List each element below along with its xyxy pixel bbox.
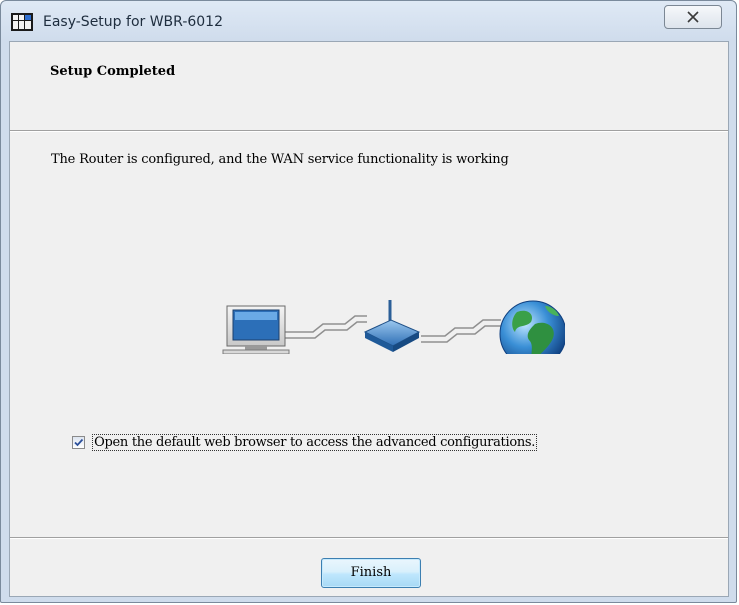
page-title: Setup Completed <box>50 64 176 79</box>
open-browser-label[interactable]: Open the default web browser to access t… <box>92 434 538 451</box>
open-browser-option[interactable]: Open the default web browser to access t… <box>72 434 538 454</box>
router-icon <box>363 300 421 352</box>
footer-divider <box>10 537 728 538</box>
cable-left <box>285 315 367 339</box>
cable-right <box>421 319 501 343</box>
open-browser-checkbox[interactable] <box>72 436 85 449</box>
setup-window: Easy-Setup for WBR-6012 Setup Completed … <box>0 0 737 603</box>
dialog-content: Setup Completed The Router is configured… <box>9 41 729 597</box>
close-icon <box>687 11 699 23</box>
window-title: Easy-Setup for WBR-6012 <box>43 14 223 30</box>
title-bar[interactable]: Easy-Setup for WBR-6012 <box>1 1 736 39</box>
network-illustration <box>222 300 565 354</box>
close-button[interactable] <box>664 5 722 29</box>
checkmark-icon <box>74 438 84 447</box>
dialog-header: Setup Completed <box>10 42 728 131</box>
computer-icon <box>222 305 290 354</box>
globe-icon <box>499 300 565 354</box>
app-logo-icon <box>11 13 33 31</box>
status-message: The Router is configured, and the WAN se… <box>51 152 509 167</box>
finish-button[interactable]: Finish <box>321 558 421 588</box>
